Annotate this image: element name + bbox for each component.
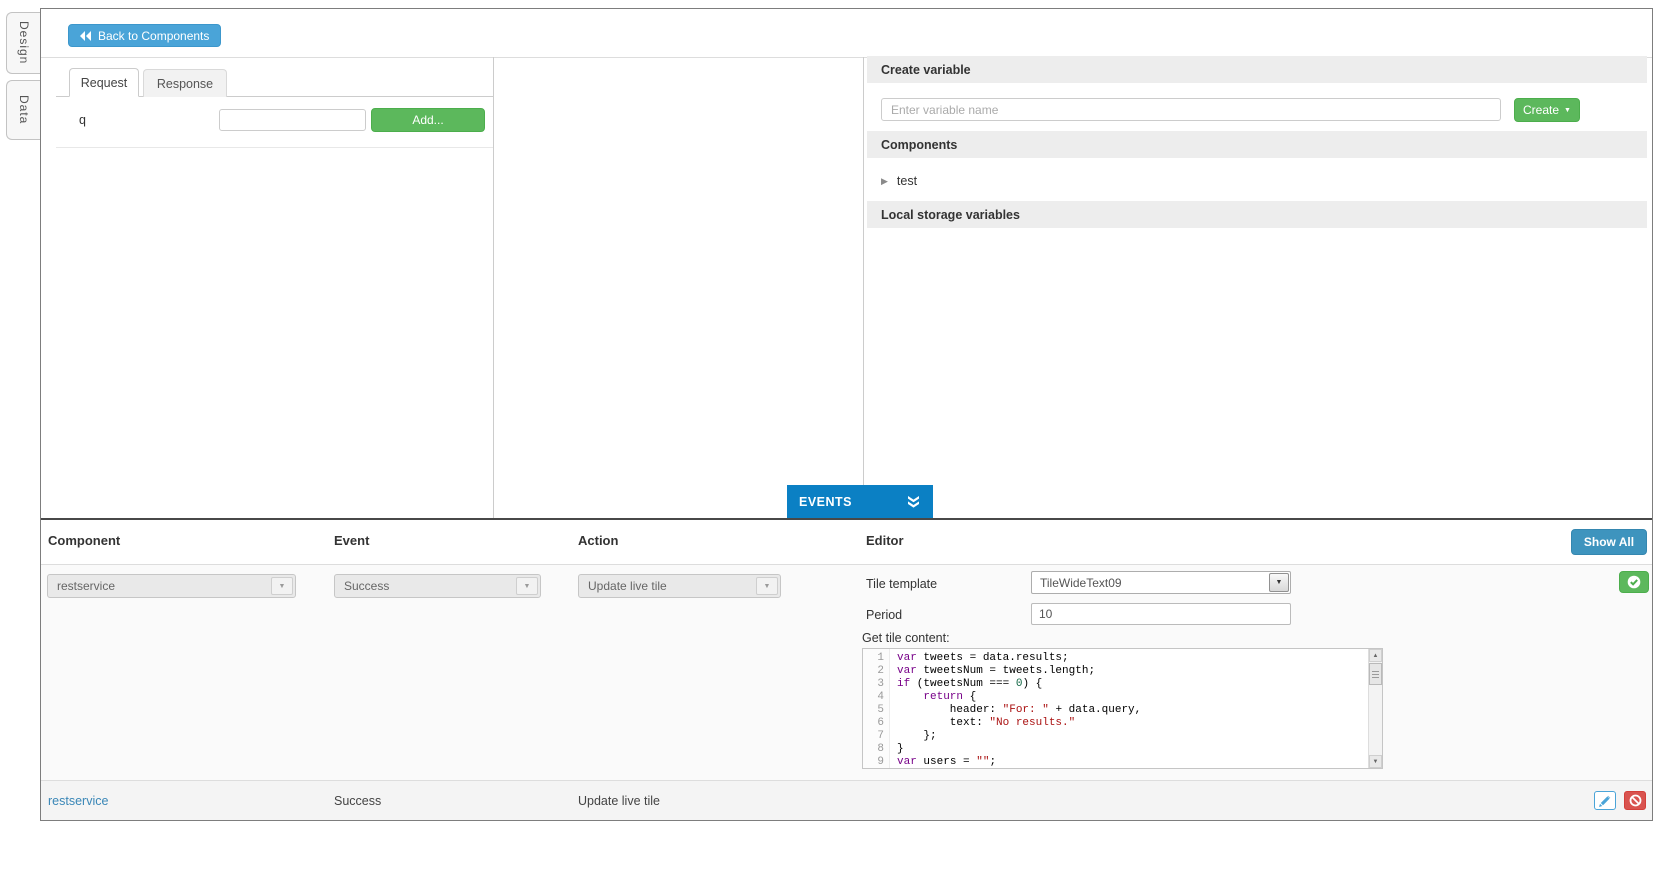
back-button-label: Back to Components <box>98 29 209 43</box>
show-all-button[interactable]: Show All <box>1571 529 1647 555</box>
line-number: 2 <box>863 665 889 678</box>
action-select[interactable]: Update live tile ▼ <box>578 574 781 598</box>
create-variable-header: Create variable <box>867 56 1647 83</box>
line-number: 7 <box>863 730 889 743</box>
code-line: return { <box>897 691 1368 704</box>
app-frame: Back to Components Request Response q Ad… <box>40 8 1653 821</box>
column-header-component: Component <box>48 533 120 548</box>
code-line: }; <box>897 730 1368 743</box>
saved-row-action: Update live tile <box>578 794 660 808</box>
double-left-arrow-icon <box>80 31 91 41</box>
create-variable-header-label: Create variable <box>881 63 971 77</box>
period-label: Period <box>866 608 902 622</box>
code-gutter: 123456789 <box>863 649 890 768</box>
variable-name-input[interactable] <box>881 98 1501 121</box>
line-number: 4 <box>863 691 889 704</box>
scroll-down-arrow[interactable]: ▼ <box>1369 755 1382 768</box>
line-number: 8 <box>863 743 889 756</box>
code-line: var tweets = data.results; <box>897 652 1368 665</box>
code-line: var users = ""; <box>897 756 1368 769</box>
expand-triangle-icon: ▶ <box>881 176 888 187</box>
events-panel: Component Event Action Editor Show All r… <box>41 518 1652 820</box>
line-number: 6 <box>863 717 889 730</box>
events-bar-label: EVENTS <box>799 495 852 509</box>
tab-response-label: Response <box>157 77 213 91</box>
create-button[interactable]: Create ▼ <box>1514 98 1580 122</box>
scrollbar-grip <box>1372 671 1379 678</box>
tile-template-value: TileWideText09 <box>1032 576 1269 590</box>
double-chevron-down-icon <box>908 496 919 508</box>
components-header-label: Components <box>881 138 957 152</box>
component-tree-item-test[interactable]: ▶ test <box>881 170 917 192</box>
components-header: Components <box>867 131 1647 158</box>
delete-event-button[interactable] <box>1624 791 1646 810</box>
code-line: text: "No results." <box>897 717 1368 730</box>
pencil-icon <box>1599 795 1611 807</box>
circle-check-icon <box>1627 575 1641 589</box>
line-number: 1 <box>863 652 889 665</box>
column-header-event: Event <box>334 533 369 548</box>
add-button[interactable]: Add... <box>371 108 485 132</box>
select-arrow-icon[interactable]: ▼ <box>271 577 293 595</box>
line-number: 3 <box>863 678 889 691</box>
events-collapse-bar[interactable]: EVENTS <box>787 485 933 518</box>
component-tree-item-label: test <box>897 174 917 188</box>
code-line: header: "For: " + data.query, <box>897 704 1368 717</box>
tab-response[interactable]: Response <box>143 69 227 97</box>
code-line: var tweetsNum = tweets.length; <box>897 665 1368 678</box>
select-arrow-icon[interactable]: ▼ <box>756 577 778 595</box>
saved-row-component-link[interactable]: restservice <box>48 794 108 808</box>
local-storage-header-label: Local storage variables <box>881 208 1020 222</box>
line-number: 5 <box>863 704 889 717</box>
saved-event-row: restservice Success Update live tile <box>41 780 1652 820</box>
tile-template-label: Tile template <box>866 577 937 591</box>
edit-event-button[interactable] <box>1594 791 1616 810</box>
tab-request[interactable]: Request <box>69 68 139 97</box>
select-arrow-icon[interactable]: ▼ <box>516 577 538 595</box>
code-editor[interactable]: 123456789 var tweets = data.results;var … <box>862 648 1383 769</box>
period-input[interactable] <box>1031 603 1291 625</box>
create-button-label: Create <box>1523 103 1559 117</box>
sidebar-tab-design-label: Design <box>17 21 31 64</box>
request-response-tabstrip: Request Response <box>56 67 493 97</box>
request-param-input[interactable] <box>219 109 366 131</box>
get-tile-content-label: Get tile content: <box>862 631 950 645</box>
request-param-name: q <box>79 113 86 127</box>
apply-button[interactable] <box>1619 571 1649 593</box>
code-line: } <box>897 743 1368 756</box>
sidebar-tab-data[interactable]: Data <box>6 80 41 140</box>
event-edit-row: restservice ▼ Success ▼ Update live tile… <box>41 564 1652 780</box>
sidebar-tab-data-label: Data <box>17 95 31 124</box>
scroll-up-arrow[interactable]: ▲ <box>1369 649 1382 662</box>
caret-down-icon: ▼ <box>1564 107 1571 114</box>
saved-row-event: Success <box>334 794 381 808</box>
column-header-action: Action <box>578 533 618 548</box>
code-lines[interactable]: var tweets = data.results;var tweetsNum … <box>891 649 1368 768</box>
add-button-label: Add... <box>412 113 443 127</box>
event-select-value: Success <box>335 579 514 593</box>
line-number: 9 <box>863 756 889 769</box>
action-select-value: Update live tile <box>579 579 754 593</box>
local-storage-variables-header: Local storage variables <box>867 201 1647 228</box>
component-select[interactable]: restservice ▼ <box>47 574 296 598</box>
right-panel-divider <box>863 57 864 518</box>
show-all-button-label: Show All <box>1584 535 1634 549</box>
circle-slash-icon <box>1629 794 1642 807</box>
code-line: if (tweetsNum === 0) { <box>897 678 1368 691</box>
scrollbar-thumb[interactable] <box>1369 663 1382 685</box>
param-row-divider <box>56 147 493 148</box>
column-header-editor: Editor <box>866 533 904 548</box>
sidebar-tab-design[interactable]: Design <box>6 12 41 74</box>
component-select-value: restservice <box>48 579 269 593</box>
combo-arrow-icon[interactable]: ▼ <box>1269 573 1289 592</box>
back-to-components-button[interactable]: Back to Components <box>68 24 221 47</box>
tile-template-select[interactable]: TileWideText09 ▼ <box>1031 571 1291 594</box>
left-panel-divider <box>493 57 494 518</box>
event-select[interactable]: Success ▼ <box>334 574 541 598</box>
tab-request-label: Request <box>81 76 128 90</box>
code-scrollbar[interactable]: ▲ ▼ <box>1368 649 1382 768</box>
